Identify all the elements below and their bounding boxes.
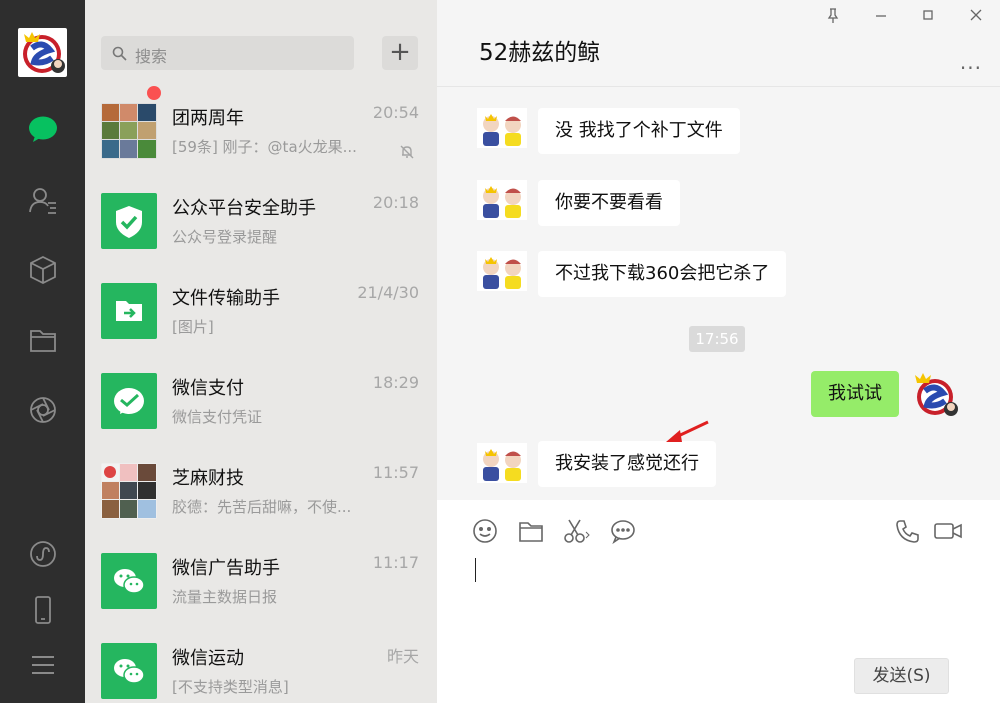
message-input-area[interactable]: 发送(S) xyxy=(437,500,1000,703)
voice-call-icon[interactable] xyxy=(893,516,923,546)
more-options-button[interactable]: ... xyxy=(960,50,982,74)
send-button[interactable]: 发送(S) xyxy=(854,658,949,694)
folder-icon[interactable] xyxy=(516,516,546,546)
wechat-bubble-icon xyxy=(101,643,157,699)
annotation-arrow-icon xyxy=(666,420,709,442)
wechat-window: 搜索 + 团两周年 20:54 [59条] 刚子：@ta火龙果... 公众平台安… xyxy=(0,0,1000,703)
group-avatar xyxy=(101,463,157,519)
chat-history-icon[interactable] xyxy=(608,516,638,546)
conversation-list: 搜索 + 团两周年 20:54 [59条] 刚子：@ta火龙果... 公众平台安… xyxy=(85,0,437,703)
video-call-icon[interactable] xyxy=(933,516,963,546)
minimize-button[interactable] xyxy=(869,8,893,32)
message-bubble[interactable]: 没 我找了个补丁文件 xyxy=(538,108,740,154)
conversation-name: 公众平台安全助手 xyxy=(172,198,316,219)
scissors-icon[interactable] xyxy=(562,516,592,546)
contact-avatar[interactable] xyxy=(477,251,527,291)
conversation-preview: 胶德：先苦后甜嘛，不使... xyxy=(172,498,352,516)
conversation-preview: 公众号登录提醒 xyxy=(172,228,278,246)
collections-nav-icon[interactable] xyxy=(26,253,60,287)
conversation-name: 芝麻财技 xyxy=(172,468,244,489)
conversation-name: 微信广告助手 xyxy=(172,558,280,579)
conversation-time: 昨天 xyxy=(386,647,419,666)
pin-icon[interactable] xyxy=(821,8,845,32)
chat-title: 52赫兹的鲸 xyxy=(479,40,601,66)
text-cursor xyxy=(475,558,476,582)
message-timestamp: 17:56 xyxy=(689,326,745,352)
search-icon xyxy=(112,46,127,61)
conversation-item[interactable]: 微信支付 18:29 微信支付凭证 xyxy=(85,359,437,449)
mini-program-icon[interactable] xyxy=(26,537,60,571)
shield-check-icon xyxy=(101,193,157,249)
conversation-time: 11:57 xyxy=(372,463,419,482)
conversation-item[interactable]: 公众平台安全助手 20:18 公众号登录提醒 xyxy=(85,179,437,269)
conversation-item[interactable]: 文件传输助手 21/4/30 [图片] xyxy=(85,269,437,359)
close-button[interactable] xyxy=(964,8,988,32)
search-input[interactable]: 搜索 xyxy=(101,36,354,70)
chat-panel: 52赫兹的鲸 ... 没 我找了个补丁文件 你要不要看看 不过我下载360会把它… xyxy=(437,0,1000,703)
chat-nav-icon[interactable] xyxy=(26,112,60,146)
my-avatar-small[interactable] xyxy=(911,371,959,419)
unread-badge xyxy=(147,86,161,100)
conversation-item[interactable]: 微信运动 昨天 [不支持类型消息] xyxy=(85,629,437,703)
conversation-time: 18:29 xyxy=(372,373,419,392)
wechat-bubble-icon xyxy=(101,553,157,609)
contact-avatar[interactable] xyxy=(477,108,527,148)
message-bubble[interactable]: 我安装了感觉还行 xyxy=(538,441,716,487)
conversation-item[interactable]: 团两周年 20:54 [59条] 刚子：@ta火龙果... xyxy=(85,86,437,179)
nav-sidebar xyxy=(0,0,85,703)
conversation-time: 20:18 xyxy=(372,193,419,212)
conversation-item[interactable]: 芝麻财技 11:57 胶德：先苦后甜嘛，不使... xyxy=(85,449,437,539)
mute-bell-icon xyxy=(400,145,414,159)
conversation-preview: [59条] 刚子：@ta火龙果... xyxy=(172,138,357,156)
file-transfer-icon xyxy=(101,283,157,339)
search-placeholder: 搜索 xyxy=(135,47,168,66)
message-bubble[interactable]: 不过我下载360会把它杀了 xyxy=(538,251,787,297)
my-message-bubble[interactable]: 我试试 xyxy=(811,371,899,417)
contact-avatar[interactable] xyxy=(477,443,527,483)
conversation-preview: 微信支付凭证 xyxy=(172,408,263,426)
phone-nav-icon[interactable] xyxy=(26,593,60,627)
my-avatar[interactable] xyxy=(18,28,67,77)
conversation-preview: [不支持类型消息] xyxy=(172,678,289,696)
conversation-name: 文件传输助手 xyxy=(172,288,280,309)
conversation-preview: 流量主数据日报 xyxy=(172,588,278,606)
emoji-icon[interactable] xyxy=(470,516,500,546)
conversation-time: 11:17 xyxy=(372,553,419,572)
message-bubble[interactable]: 你要不要看看 xyxy=(538,180,680,226)
maximize-button[interactable] xyxy=(916,8,940,32)
header-divider xyxy=(437,86,1000,87)
conversation-preview: [图片] xyxy=(172,318,214,336)
contact-avatar[interactable] xyxy=(477,180,527,220)
wechat-pay-icon xyxy=(101,373,157,429)
conversation-name: 微信支付 xyxy=(172,378,244,399)
conversation-time: 21/4/30 xyxy=(357,283,419,302)
files-nav-icon[interactable] xyxy=(26,323,60,357)
moments-nav-icon[interactable] xyxy=(26,393,60,427)
group-avatar xyxy=(101,103,157,159)
conversation-item[interactable]: 微信广告助手 11:17 流量主数据日报 xyxy=(85,539,437,629)
conversation-time: 20:54 xyxy=(372,103,419,122)
conversation-name: 微信运动 xyxy=(172,648,244,669)
menu-icon[interactable] xyxy=(26,648,60,682)
conversation-name: 团两周年 xyxy=(172,108,244,129)
contacts-nav-icon[interactable] xyxy=(26,183,60,217)
add-button[interactable]: + xyxy=(382,36,418,70)
